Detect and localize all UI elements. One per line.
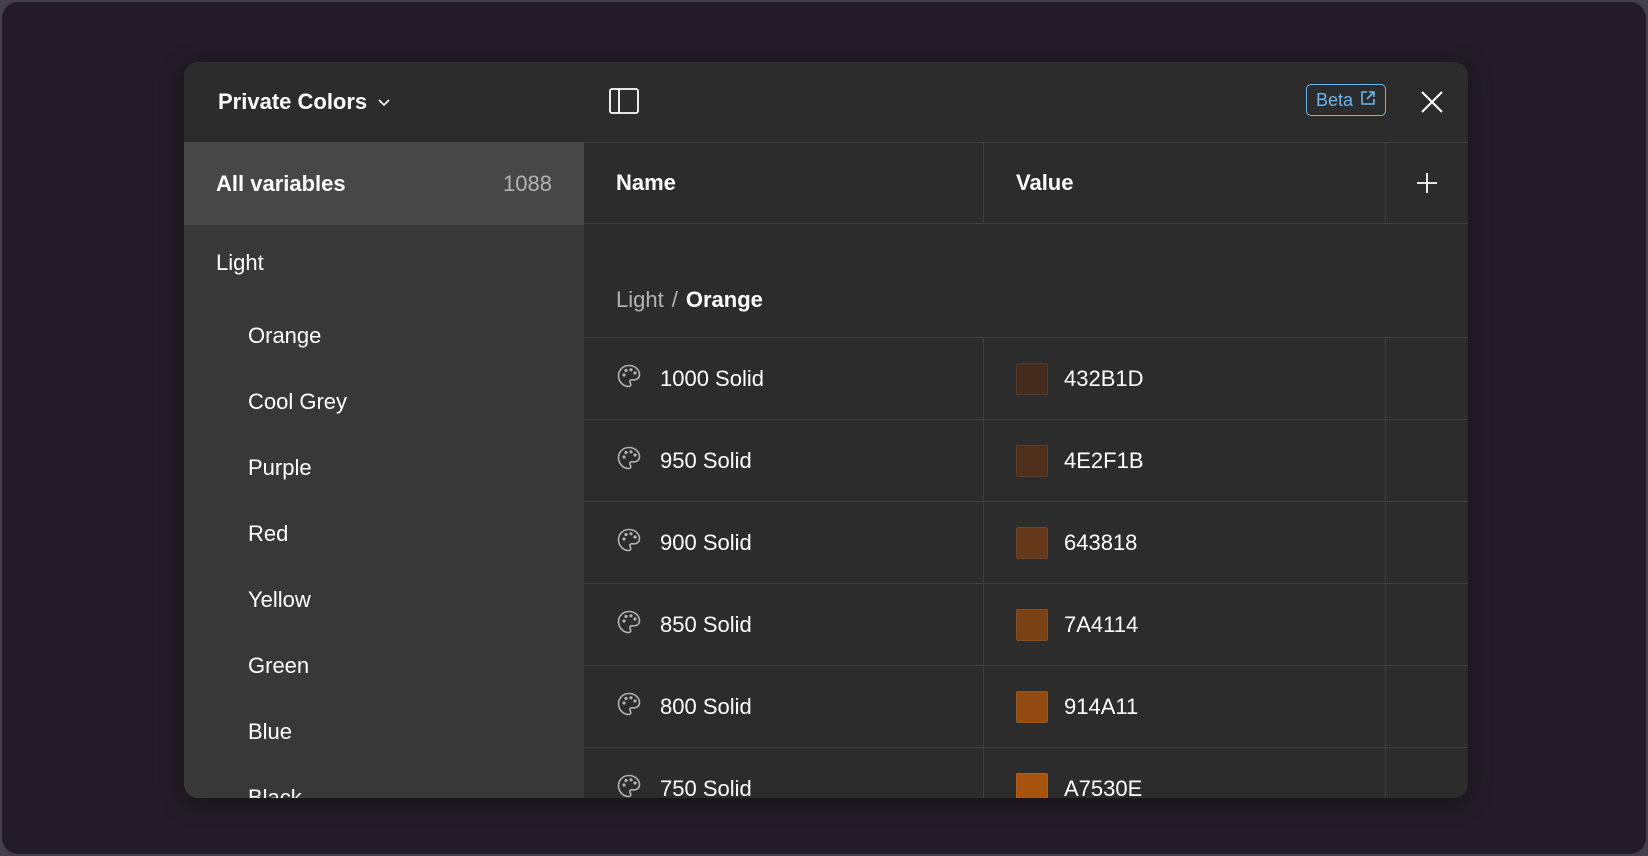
group-list: Light Orange Cool Grey Purple Red Yellow… — [184, 225, 584, 798]
palette-icon — [616, 691, 642, 723]
variable-rows: 1000 Solid 432B1D 950 Solid 4E2F1B 900 S… — [584, 338, 1468, 798]
variables-modal: Private Colors All variables 1088 Light … — [184, 62, 1468, 798]
table-row[interactable]: 850 Solid 7A4114 — [584, 584, 1468, 666]
color-swatch[interactable] — [1016, 608, 1048, 641]
variable-name: 900 Solid — [660, 529, 752, 555]
table-row[interactable]: 1000 Solid 432B1D — [584, 338, 1468, 420]
variable-value[interactable]: A7530E — [1064, 776, 1142, 799]
color-swatch[interactable] — [1016, 444, 1048, 477]
plus-icon[interactable] — [1386, 143, 1468, 223]
chevron-down-icon — [377, 94, 391, 112]
sidebar-item-yellow[interactable]: Yellow — [184, 567, 584, 633]
sidebar-item-blue[interactable]: Blue — [184, 699, 584, 765]
sidebar-group-light[interactable]: Light — [184, 237, 584, 303]
beta-button[interactable]: Beta — [1306, 84, 1386, 116]
beta-label: Beta — [1315, 89, 1354, 110]
palette-icon — [616, 363, 642, 395]
variable-name: 1000 Solid — [660, 365, 764, 391]
variable-name: 950 Solid — [660, 447, 752, 473]
variable-name: 750 Solid — [660, 775, 752, 799]
sidebar-item-orange[interactable]: Orange — [184, 303, 584, 369]
variable-value[interactable]: 432B1D — [1064, 366, 1144, 392]
table-row[interactable]: 950 Solid 4E2F1B — [584, 420, 1468, 502]
external-link-icon — [1360, 90, 1376, 111]
variable-value[interactable]: 643818 — [1064, 530, 1137, 556]
close-icon[interactable] — [1418, 88, 1446, 116]
breadcrumb-separator: / — [671, 287, 678, 312]
window-frame: Private Colors All variables 1088 Light … — [2, 2, 1646, 854]
palette-icon — [616, 773, 642, 799]
all-variables-label: All variables — [216, 170, 346, 196]
table-row[interactable]: 750 Solid A7530E — [584, 748, 1468, 798]
variable-name: 800 Solid — [660, 693, 752, 719]
variable-value[interactable]: 7A4114 — [1064, 612, 1138, 638]
collection-dropdown[interactable]: Private Colors — [184, 62, 584, 142]
table-header: Name Value — [584, 143, 1468, 224]
collection-title: Private Colors — [218, 89, 368, 114]
palette-icon — [616, 609, 642, 641]
breadcrumb-current: Orange — [685, 287, 763, 312]
sidebar: Private Colors All variables 1088 Light … — [184, 62, 584, 798]
sidebar-item-all-variables[interactable]: All variables 1088 — [184, 142, 584, 225]
palette-icon — [616, 527, 642, 559]
color-swatch[interactable] — [1016, 772, 1048, 798]
column-header-name[interactable]: Name — [584, 143, 983, 223]
color-swatch[interactable] — [1016, 690, 1048, 723]
color-swatch[interactable] — [1016, 362, 1048, 395]
sidebar-item-purple[interactable]: Purple — [184, 435, 584, 501]
sidebar-toggle-icon[interactable] — [608, 87, 640, 117]
sidebar-item-cool-grey[interactable]: Cool Grey — [184, 369, 584, 435]
color-swatch[interactable] — [1016, 526, 1048, 559]
table-row[interactable]: 800 Solid 914A11 — [584, 666, 1468, 748]
sidebar-item-black[interactable]: Black — [184, 765, 584, 798]
topbar: Beta — [584, 62, 1468, 143]
breadcrumb: Light / Orange — [584, 224, 1468, 338]
table-row[interactable]: 900 Solid 643818 — [584, 502, 1468, 584]
variable-value[interactable]: 914A11 — [1064, 694, 1138, 720]
breadcrumb-parent: Light — [616, 287, 664, 312]
variable-name: 850 Solid — [660, 611, 752, 637]
main-panel: Beta Name Value Light / Orange 1000 Soli… — [584, 62, 1468, 798]
variable-value[interactable]: 4E2F1B — [1064, 448, 1144, 474]
sidebar-item-red[interactable]: Red — [184, 501, 584, 567]
column-header-value[interactable]: Value — [984, 143, 1385, 223]
palette-icon — [616, 445, 642, 477]
sidebar-item-green[interactable]: Green — [184, 633, 584, 699]
all-variables-count: 1088 — [503, 170, 552, 196]
